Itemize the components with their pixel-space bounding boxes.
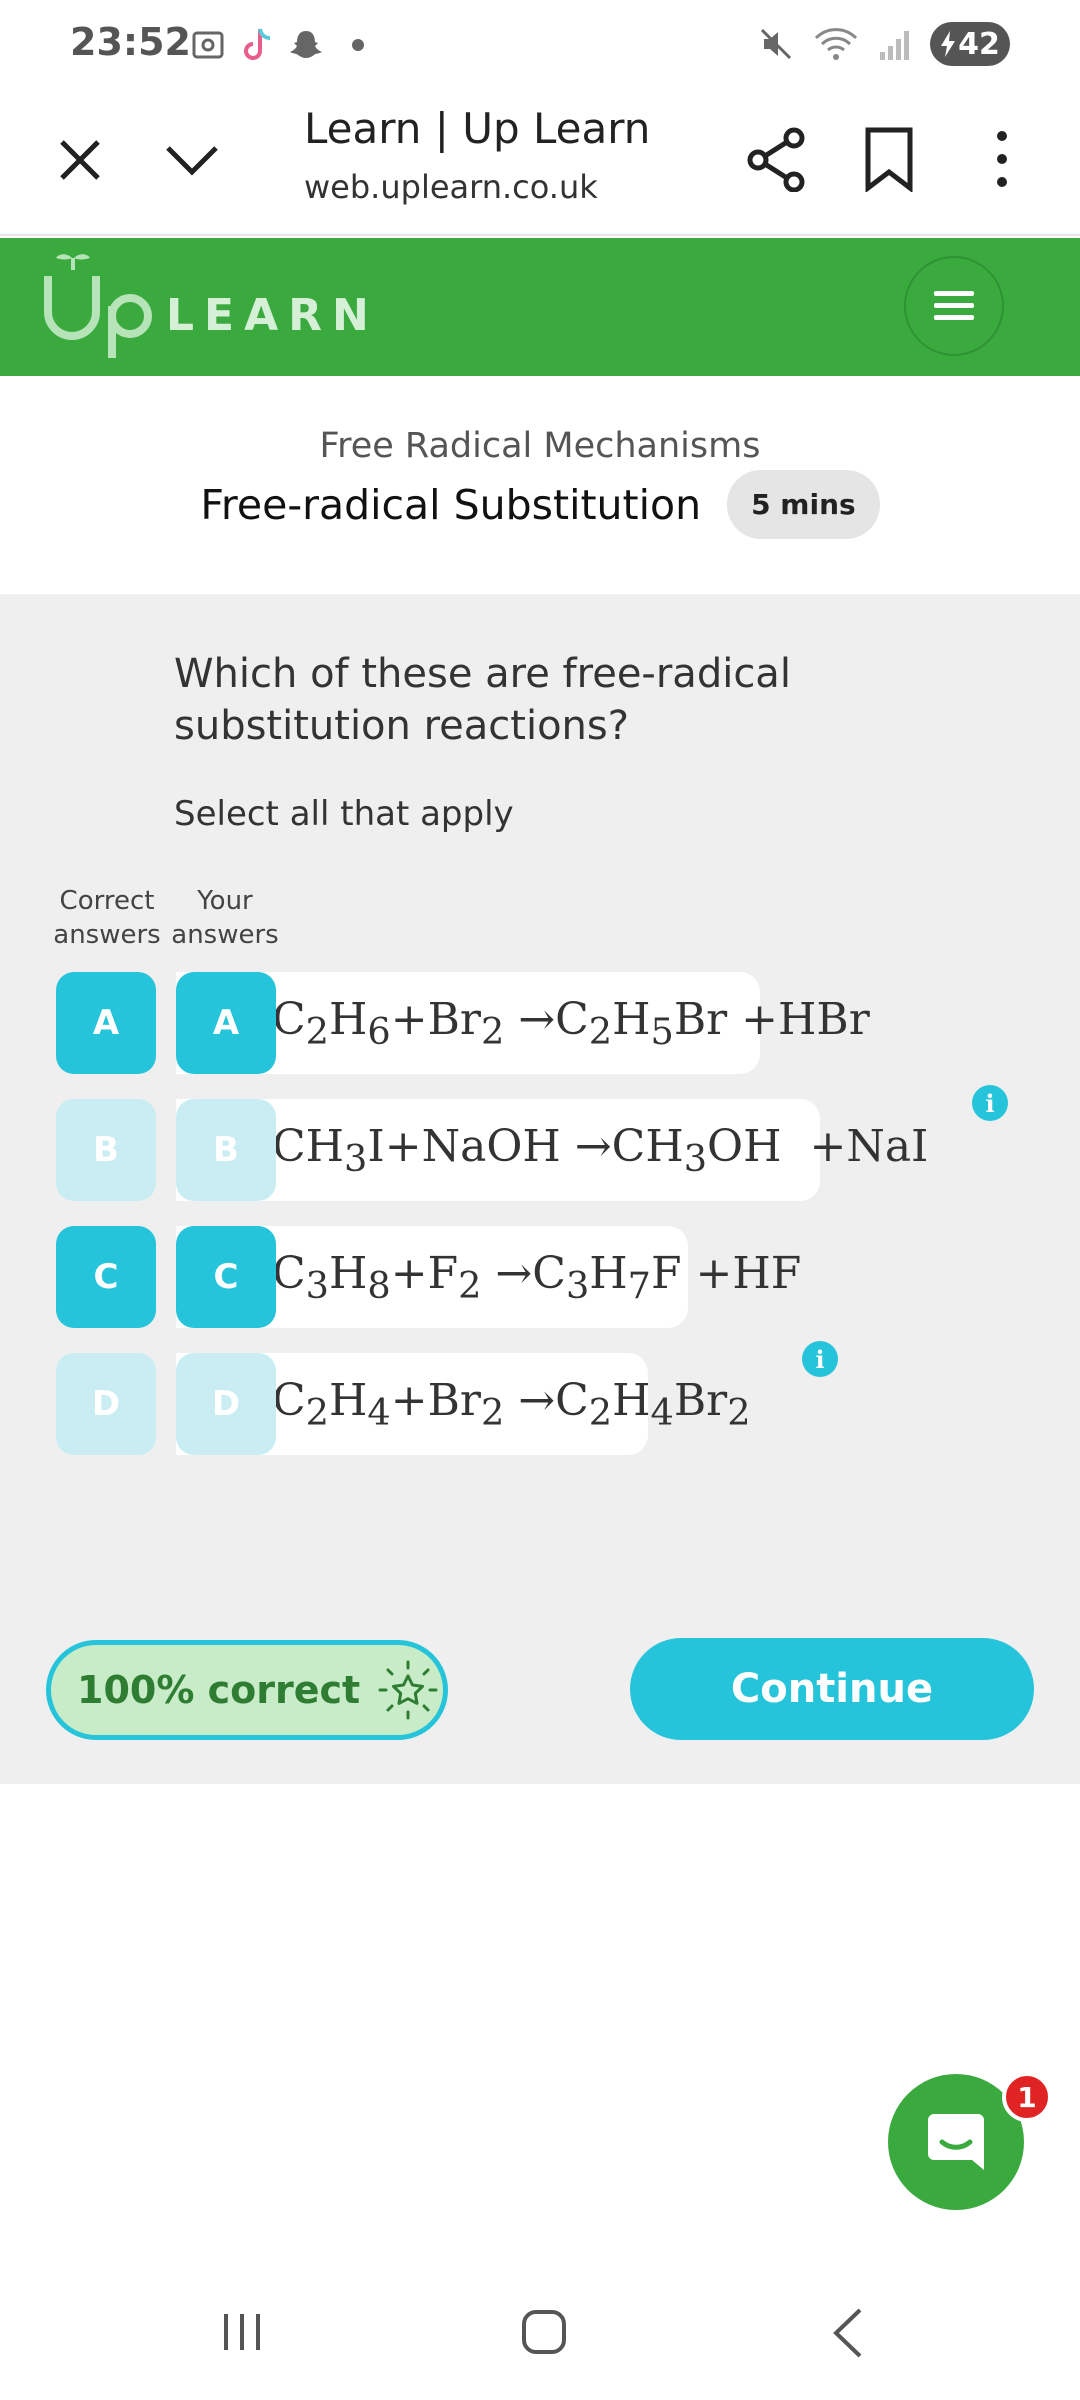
notification-icons	[190, 26, 364, 64]
chevron-down-icon[interactable]	[160, 132, 224, 188]
bookmark-icon[interactable]	[862, 126, 916, 192]
snapchat-icon	[290, 31, 322, 58]
battery-indicator: 42	[930, 22, 1010, 66]
battery-level: 42	[958, 26, 1000, 62]
question-panel: Which of these are free-radical substitu…	[0, 594, 1080, 1784]
tiktok-icon	[244, 28, 271, 60]
chat-icon	[928, 2114, 984, 2170]
continue-button[interactable]: Continue	[630, 1638, 1034, 1740]
page-url[interactable]: web.uplearn.co.uk	[304, 168, 598, 206]
more-options-icon[interactable]	[990, 126, 1014, 192]
correct-answer-marker: A	[56, 972, 156, 1074]
system-navigation-bar	[0, 2264, 1080, 2400]
charging-bolt-icon	[941, 31, 956, 57]
question-instruction: Select all that apply	[174, 794, 514, 834]
answer-option-b[interactable]: CH3I+NaOH →CH3OH +NaI B Bi	[56, 1085, 1056, 1201]
answer-option-formula: CH3I+NaOH →CH3OH +NaI	[272, 1120, 929, 1180]
score-badge: 100% correct	[46, 1640, 448, 1740]
your-answers-column-label: Your answers	[171, 886, 279, 950]
lesson-title-row: Free-radical Substitution 5 mins	[0, 470, 1080, 539]
question-text: Which of these are free-radical substitu…	[174, 651, 791, 749]
correct-answer-marker: C	[56, 1226, 156, 1328]
answer-option-a[interactable]: C2H6+Br2 →C2H5Br +HBr A A	[56, 972, 1056, 1074]
lesson-title: Free-radical Substitution	[200, 480, 702, 529]
home-icon[interactable]	[520, 2308, 568, 2356]
lesson-section-title: Free Radical Mechanisms	[319, 426, 761, 466]
answer-option-c[interactable]: C3H8+F2 →C3H7F +HF C C	[56, 1226, 1056, 1328]
browser-toolbar: Learn | Up Learn web.uplearn.co.uk	[0, 92, 1080, 236]
wifi-icon	[814, 28, 858, 60]
your-answer-marker[interactable]: A	[176, 972, 276, 1074]
info-icon[interactable]: i	[972, 1085, 1008, 1121]
lesson-header: Free Radical Mechanisms Free-radical Sub…	[0, 376, 1080, 594]
status-time: 23:52	[70, 20, 191, 64]
correct-answer-marker: B	[56, 1099, 156, 1201]
recent-apps-icon[interactable]	[220, 2310, 264, 2354]
status-bar: 23:52 42	[0, 0, 1080, 92]
up-learn-logo[interactable]: LEARN	[38, 246, 458, 366]
your-answer-marker[interactable]: B	[176, 1099, 276, 1201]
answer-option-formula: C2H6+Br2 →C2H5Br +HBr	[272, 993, 870, 1053]
mute-icon	[760, 28, 792, 60]
signal-icon	[880, 31, 909, 60]
answer-option-d[interactable]: C2H4+Br2 →C2H4Br2 D Di	[56, 1341, 1056, 1455]
logo-wordmark: LEARN	[166, 290, 379, 341]
share-icon[interactable]	[746, 126, 808, 192]
your-answer-marker[interactable]: D	[176, 1353, 276, 1455]
duration-badge: 5 mins	[727, 470, 880, 539]
correct-answer-marker: D	[56, 1353, 156, 1455]
more-notifications-dot	[352, 39, 364, 51]
site-header: LEARN	[0, 238, 1080, 376]
screenshot-icon	[192, 31, 224, 59]
back-icon[interactable]	[828, 2306, 868, 2360]
hamburger-menu-button[interactable]	[904, 256, 1004, 356]
hamburger-icon	[934, 291, 974, 320]
page-title: Learn | Up Learn	[304, 104, 651, 153]
your-answer-marker[interactable]: C	[176, 1226, 276, 1328]
star-burst-icon	[378, 1660, 438, 1720]
info-icon[interactable]: i	[802, 1341, 838, 1377]
system-icons: 42	[758, 22, 1010, 66]
correct-answers-column-label: Correct answers	[53, 886, 161, 950]
chat-unread-badge: 1	[1002, 2072, 1052, 2122]
score-text: 100% correct	[77, 1668, 361, 1712]
close-icon[interactable]	[52, 132, 108, 188]
